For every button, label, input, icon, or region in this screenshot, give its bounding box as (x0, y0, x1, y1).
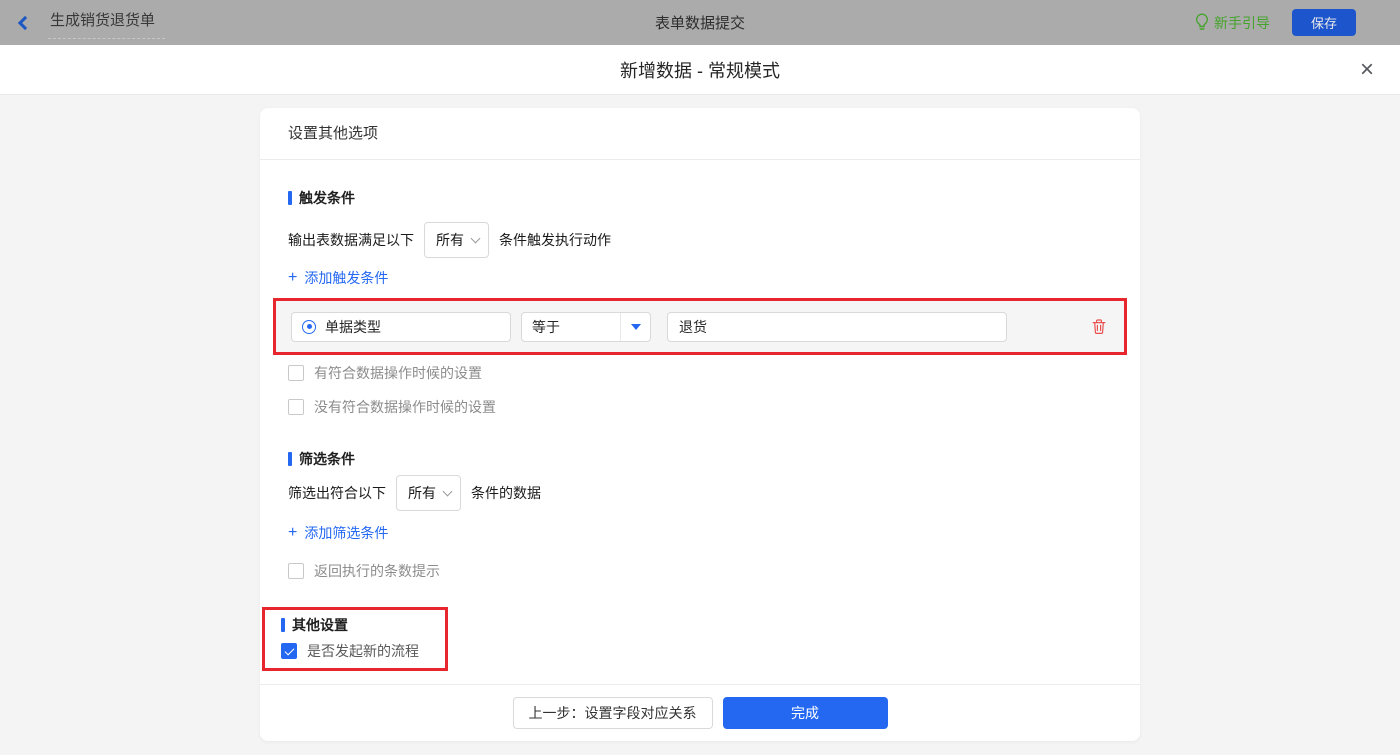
panel-content: 触发条件 输出表数据满足以下 所有 条件触发执行动作 + 添加触发条件 (260, 160, 1140, 684)
guide-label: 新手引导 (1214, 13, 1270, 33)
add-filter-condition-link[interactable]: + 添加筛选条件 (288, 523, 388, 543)
back-chevron-icon[interactable] (18, 15, 32, 29)
add-trigger-condition-link[interactable]: + 添加触发条件 (288, 268, 388, 288)
panel-header: 设置其他选项 (260, 108, 1140, 160)
add-trigger-condition-label: 添加触发条件 (304, 268, 388, 288)
filter-match-value: 所有 (408, 483, 436, 503)
trigger-section-title: 触发条件 (288, 188, 1112, 208)
has-match-checkbox[interactable] (288, 365, 304, 381)
trigger-match-select[interactable]: 所有 (424, 222, 489, 258)
annotation-highlight-other-settings: 其他设置 是否发起新的流程 (262, 607, 448, 671)
delete-condition-button[interactable] (1091, 318, 1107, 335)
checkbox-row-has-match: 有符合数据操作时候的设置 (288, 363, 1112, 383)
previous-step-button[interactable]: 上一步：设置字段对应关系 (513, 697, 713, 729)
other-title-label: 其他设置 (292, 615, 348, 635)
trigger-match-value: 所有 (436, 230, 464, 250)
trigger-match-row: 输出表数据满足以下 所有 条件触发执行动作 (288, 222, 1112, 258)
page-title: 表单数据提交 (0, 12, 1400, 33)
chevron-down-icon (471, 234, 481, 244)
condition-value-input[interactable] (667, 312, 1007, 342)
filter-sentence-suffix: 条件的数据 (471, 483, 541, 503)
caret-down-icon (631, 324, 641, 330)
plus-icon: + (288, 525, 297, 541)
trigger-title-label: 触发条件 (299, 188, 355, 208)
filter-section-title: 筛选条件 (288, 449, 1112, 469)
trigger-sentence-suffix: 条件触发执行动作 (499, 230, 611, 250)
section-bar-icon (288, 191, 292, 205)
flow-title[interactable]: 生成销货退货单 (48, 7, 165, 39)
no-match-label: 没有符合数据操作时候的设置 (314, 397, 496, 417)
close-icon[interactable]: × (1360, 58, 1374, 82)
section-bar-icon (288, 452, 292, 466)
new-flow-checkbox[interactable] (281, 643, 297, 659)
topbar: 生成销货退货单 表单数据提交 新手引导 保存 (0, 0, 1400, 45)
filter-match-select[interactable]: 所有 (396, 475, 461, 511)
count-tip-checkbox[interactable] (288, 563, 304, 579)
count-tip-label: 返回执行的条数提示 (314, 561, 440, 581)
trigger-sentence-prefix: 输出表数据满足以下 (288, 230, 414, 250)
checkbox-row-count-tip: 返回执行的条数提示 (288, 561, 1112, 581)
plus-icon: + (288, 270, 297, 286)
no-match-checkbox[interactable] (288, 399, 304, 415)
radio-field-icon (302, 320, 316, 334)
modal-header: 新增数据 - 常规模式 × (0, 45, 1400, 95)
done-button[interactable]: 完成 (723, 697, 888, 729)
modal-body: 设置其他选项 触发条件 输出表数据满足以下 所有 条件触发执行动作 + 添加触发… (0, 95, 1400, 755)
section-bar-icon (281, 618, 285, 632)
has-match-label: 有符合数据操作时候的设置 (314, 363, 482, 383)
condition-operator-label: 等于 (522, 317, 620, 337)
condition-field-select[interactable]: 单据类型 (291, 312, 511, 342)
trash-icon (1091, 318, 1107, 335)
new-flow-label: 是否发起新的流程 (307, 641, 419, 661)
modal-title: 新增数据 - 常规模式 (620, 57, 780, 83)
filter-match-row: 筛选出符合以下 所有 条件的数据 (288, 475, 1112, 511)
condition-row: 单据类型 等于 (276, 301, 1124, 352)
filter-sentence-prefix: 筛选出符合以下 (288, 483, 386, 503)
operator-caret-button[interactable] (620, 313, 650, 341)
topbar-actions: 新手引导 保存 (1195, 9, 1356, 36)
condition-operator-select[interactable]: 等于 (521, 312, 651, 342)
checkbox-row-new-flow: 是否发起新的流程 (281, 641, 445, 661)
annotation-highlight-condition: 单据类型 等于 (273, 298, 1127, 355)
filter-title-label: 筛选条件 (299, 449, 355, 469)
other-section-title: 其他设置 (281, 615, 445, 635)
save-button[interactable]: 保存 (1292, 9, 1356, 36)
options-panel: 设置其他选项 触发条件 输出表数据满足以下 所有 条件触发执行动作 + 添加触发… (260, 108, 1140, 741)
lightbulb-icon (1195, 13, 1209, 32)
add-filter-condition-label: 添加筛选条件 (304, 523, 388, 543)
condition-field-label: 单据类型 (325, 317, 381, 337)
chevron-down-icon (443, 487, 453, 497)
beginner-guide-link[interactable]: 新手引导 (1195, 13, 1270, 33)
panel-footer: 上一步：设置字段对应关系 完成 (260, 684, 1140, 741)
checkbox-row-no-match: 没有符合数据操作时候的设置 (288, 397, 1112, 417)
